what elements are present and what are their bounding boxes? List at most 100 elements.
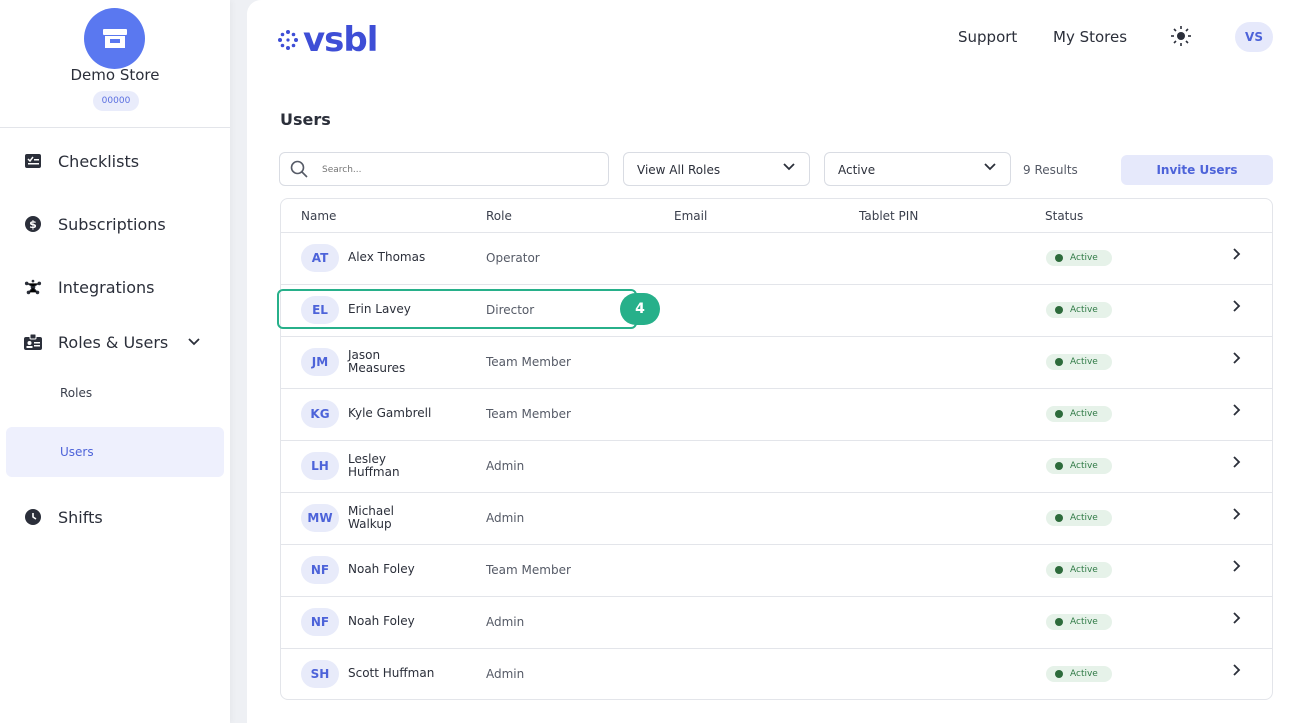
user-role: Team Member (486, 355, 571, 369)
invite-users-button[interactable]: Invite Users (1121, 155, 1273, 185)
sidebar: Demo Store 00000 Checklists $ Subscripti… (0, 0, 230, 723)
status-filter-value: Active (838, 163, 876, 177)
support-link[interactable]: Support (958, 28, 1017, 46)
header-role[interactable]: Role (486, 209, 512, 223)
row-highlight (277, 289, 637, 329)
avatar: AT (301, 244, 339, 272)
nav-label: Checklists (58, 151, 140, 171)
user-role: Admin (486, 615, 525, 629)
store-icon[interactable] (84, 8, 145, 69)
user-role: Team Member (486, 407, 571, 421)
table-row[interactable]: AT Alex Thomas Operator Active (281, 232, 1272, 285)
chevron-right-icon[interactable] (1233, 456, 1241, 472)
user-role: Admin (486, 667, 525, 681)
nav-item-integrations[interactable]: Integrations (0, 267, 230, 307)
status-text: Active (1070, 409, 1098, 419)
chevron-right-icon[interactable] (1233, 612, 1241, 628)
user-name: Lesley Huffman (348, 452, 400, 479)
chevron-right-icon[interactable] (1233, 352, 1241, 368)
search-input[interactable] (320, 161, 594, 179)
status-text: Active (1070, 461, 1098, 471)
store-name: Demo Store (70, 66, 160, 84)
status-text: Active (1070, 305, 1098, 315)
avatar: NF (301, 556, 339, 584)
header-name[interactable]: Name (301, 209, 336, 223)
table-row[interactable]: NF Noah Foley Team Member Active (281, 544, 1272, 597)
table-row[interactable]: KG Kyle Gambrell Team Member Active (281, 388, 1272, 441)
avatar: LH (301, 452, 339, 480)
status-badge: Active (1046, 250, 1112, 266)
checklist-icon (24, 152, 42, 170)
roles-filter-select[interactable]: View All Roles (623, 152, 810, 186)
svg-text:$: $ (29, 218, 37, 231)
nav-item-subscriptions[interactable]: $ Subscriptions (0, 204, 230, 244)
sidebar-item-users[interactable]: Users (6, 427, 224, 477)
avatar: SH (301, 660, 339, 688)
nav-label: Shifts (58, 507, 103, 527)
clock-icon (24, 508, 42, 526)
status-text: Active (1070, 513, 1098, 523)
status-text: Active (1070, 617, 1098, 627)
logo[interactable]: vsbl (277, 20, 378, 60)
id-badge-icon (24, 333, 42, 351)
user-name: Kyle Gambrell (348, 406, 432, 420)
nav-item-checklists[interactable]: Checklists (0, 141, 230, 181)
status-dot-icon (1055, 358, 1063, 366)
user-role: Operator (486, 251, 540, 265)
my-stores-link[interactable]: My Stores (1053, 28, 1127, 46)
status-dot-icon (1055, 254, 1063, 262)
page-title: Users (280, 110, 331, 129)
status-badge: Active (1046, 510, 1112, 526)
header-tablet-pin[interactable]: Tablet PIN (859, 209, 918, 223)
user-role: Admin (486, 459, 525, 473)
theme-toggle-sun-icon[interactable] (1170, 25, 1192, 47)
status-badge: Active (1046, 458, 1112, 474)
step-badge: 4 (620, 293, 660, 325)
table-row[interactable]: NF Noah Foley Admin Active (281, 596, 1272, 649)
sub-label: Users (60, 445, 94, 459)
status-badge: Active (1046, 666, 1112, 682)
status-filter-select[interactable]: Active (824, 152, 1011, 186)
chevron-right-icon[interactable] (1233, 664, 1241, 680)
status-badge: Active (1046, 354, 1112, 370)
status-badge: Active (1046, 562, 1112, 578)
results-count: 9 Results (1023, 163, 1078, 177)
user-avatar[interactable]: VS (1235, 22, 1273, 52)
chevron-right-icon[interactable] (1233, 508, 1241, 524)
status-text: Active (1070, 565, 1098, 575)
chevron-right-icon[interactable] (1233, 300, 1241, 316)
user-name: Noah Foley (348, 562, 415, 576)
chevron-down-icon[interactable] (188, 335, 200, 349)
header-status[interactable]: Status (1045, 209, 1083, 223)
nav-item-shifts[interactable]: Shifts (0, 497, 230, 537)
table-row[interactable]: SH Scott Huffman Admin Active (281, 648, 1272, 699)
table-row[interactable]: MW Michael Walkup Admin Active (281, 492, 1272, 545)
status-text: Active (1070, 669, 1098, 679)
nav-item-roles-users[interactable]: Roles & Users (0, 322, 230, 362)
sub-label: Roles (60, 386, 93, 400)
main-panel: vsbl Support My Stores VS Users View All… (247, 0, 1300, 723)
chevron-right-icon[interactable] (1233, 560, 1241, 576)
avatar: KG (301, 400, 339, 428)
network-icon (24, 278, 42, 296)
status-dot-icon (1055, 566, 1063, 574)
nav-label: Roles & Users (58, 332, 169, 352)
logo-text: vsbl (303, 20, 378, 60)
header-email[interactable]: Email (674, 209, 707, 223)
status-badge: Active (1046, 614, 1112, 630)
status-dot-icon (1055, 618, 1063, 626)
table-header: Name Role Email Tablet PIN Status (281, 199, 1272, 233)
user-name: Jason Measures (348, 348, 406, 375)
chevron-right-icon[interactable] (1233, 404, 1241, 420)
table-row[interactable]: JM Jason Measures Team Member Active (281, 336, 1272, 389)
table-row[interactable]: LH Lesley Huffman Admin Active (281, 440, 1272, 493)
sidebar-item-roles[interactable]: Roles (6, 368, 224, 418)
status-dot-icon (1055, 306, 1063, 314)
chevron-right-icon[interactable] (1233, 248, 1241, 264)
search-field[interactable] (279, 152, 609, 186)
status-dot-icon (1055, 410, 1063, 418)
user-role: Team Member (486, 563, 571, 577)
avatar: JM (301, 348, 339, 376)
status-text: Active (1070, 357, 1098, 367)
avatar: MW (301, 504, 339, 532)
